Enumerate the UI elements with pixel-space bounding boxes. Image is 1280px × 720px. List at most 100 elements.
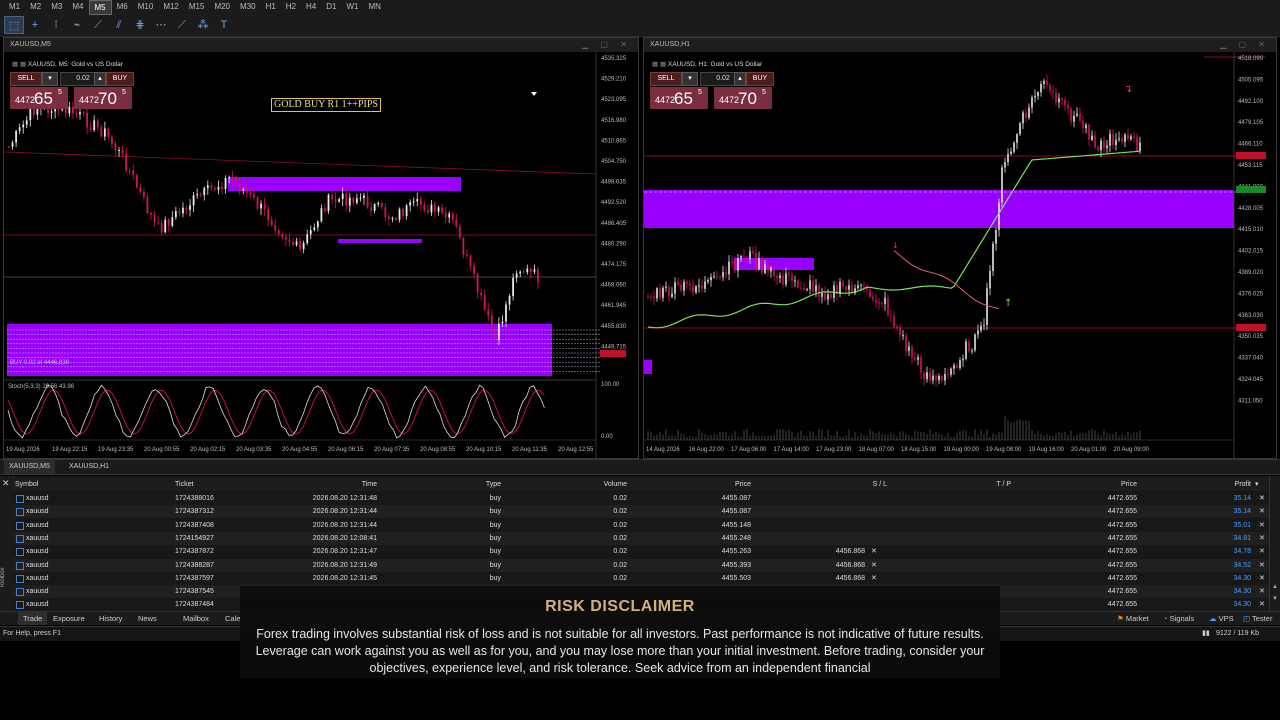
column-header[interactable]: S / L — [813, 478, 887, 491]
timeframe-mn[interactable]: MN — [364, 0, 386, 13]
buy-button[interactable]: BUY — [746, 72, 774, 86]
timeframe-h4[interactable]: H4 — [301, 0, 321, 13]
remove-sl-icon[interactable]: ✕ — [871, 545, 877, 558]
table-row[interactable]: xauusd 1724387312 2026.08.20 12:31:44 buy 0.… — [13, 505, 1269, 519]
column-header[interactable]: T / P — [943, 478, 1011, 491]
tab-exposure[interactable]: Exposure — [48, 612, 90, 625]
scroll-down-icon[interactable]: ▼ — [1272, 596, 1278, 602]
lot-increase-icon[interactable]: ▴ — [94, 72, 106, 86]
column-header[interactable]: Type — [443, 478, 501, 491]
tab-mailbox[interactable]: Mailbox — [178, 612, 214, 625]
h1-candle-body — [1076, 113, 1078, 116]
window-controls[interactable]: ▁ ▢ ✕ — [1220, 38, 1270, 52]
vertical-line-icon[interactable]: ⁞ — [46, 16, 66, 34]
chart-window-title[interactable]: XAUUSD,H1 ▁ ▢ ✕ — [644, 38, 1276, 52]
remove-sl-icon[interactable]: ✕ — [871, 572, 877, 585]
close-position-icon[interactable]: ✕ — [1259, 585, 1265, 598]
chart-plot-h1[interactable]: ↴ ↓ ↑ 4518.090 4505.095 4492.100 4479.105 4466.… — [644, 52, 1276, 458]
tab-news[interactable]: News — [133, 612, 162, 625]
supply-zone[interactable] — [644, 190, 1234, 228]
ask-price[interactable]: 4472 70 5 — [74, 87, 132, 109]
table-row[interactable]: xauusd 1724154927 2026.08.20 12:08:41 buy 0.… — [13, 531, 1269, 545]
chart-text-annotation[interactable]: GOLD BUY R1 1++PIPS — [271, 98, 381, 112]
window-controls[interactable]: ▁ ▢ ✕ — [582, 38, 632, 52]
bid-price[interactable]: 4472 65 5 — [650, 87, 708, 109]
remove-sl-icon[interactable]: ✕ — [871, 559, 877, 572]
sort-icon[interactable]: ▾ — [1255, 478, 1259, 491]
close-icon[interactable]: ✕ — [2, 478, 10, 489]
timeframe-m10[interactable]: M10 — [133, 0, 159, 13]
timeframe-h1[interactable]: H1 — [261, 0, 281, 13]
column-header[interactable]: Time — [283, 478, 377, 491]
timeframe-m3[interactable]: M3 — [46, 0, 67, 13]
bid-price[interactable]: 4472 65 5 — [10, 87, 68, 109]
sell-button[interactable]: SELL — [650, 72, 682, 86]
column-header[interactable]: Volume — [571, 478, 627, 491]
tab-history[interactable]: History — [94, 612, 127, 625]
column-header[interactable]: Symbol — [15, 478, 75, 491]
tab-market[interactable]: ⚑ Market — [1112, 612, 1154, 625]
demand-zone[interactable] — [7, 324, 552, 376]
scroll-up-icon[interactable]: ▲ — [1272, 584, 1278, 590]
close-position-icon[interactable]: ✕ — [1259, 532, 1265, 545]
table-row[interactable]: xauusd 1724388016 2026.08.20 12:31:48 buy 0.… — [13, 492, 1269, 505]
column-header[interactable]: Price — [1073, 478, 1137, 491]
close-position-icon[interactable]: ✕ — [1259, 492, 1265, 505]
timeframe-m15[interactable]: M15 — [184, 0, 210, 13]
chart-tab-h1[interactable]: XAUUSD,H1 — [64, 460, 114, 474]
gann-icon[interactable]: ⋯ — [151, 16, 171, 34]
chart-tab-m5[interactable]: XAUUSD,M5 — [4, 460, 55, 474]
terminal-scrollbar[interactable]: ▲ ▼ — [1269, 476, 1280, 611]
small-zone[interactable] — [338, 239, 422, 243]
table-row[interactable]: xauusd 1724387408 2026.08.20 12:31:44 buy 0.… — [13, 518, 1269, 532]
lot-decrease-icon[interactable]: ▾ — [42, 72, 58, 86]
timeframe-m20[interactable]: M20 — [209, 0, 235, 13]
ask-price[interactable]: 4472 70 5 — [714, 87, 772, 109]
fibonacci-icon[interactable]: ⋕ — [130, 16, 150, 34]
timeframe-m5[interactable]: M5 — [88, 0, 112, 15]
close-position-icon[interactable]: ✕ — [1259, 598, 1265, 611]
buy-button[interactable]: BUY — [106, 72, 134, 86]
sell-button[interactable]: SELL — [10, 72, 42, 86]
column-header[interactable]: Ticket — [175, 478, 245, 491]
close-position-icon[interactable]: ✕ — [1259, 559, 1265, 572]
lot-increase-icon[interactable]: ▴ — [734, 72, 746, 86]
horizontal-line-icon[interactable]: ⌁ — [67, 16, 87, 34]
table-row[interactable]: xauusd 1724387872 2026.08.20 12:31:47 buy 0.… — [13, 545, 1269, 559]
timeframe-m4[interactable]: M4 — [67, 0, 88, 13]
table-row[interactable]: xauusd 1724387597 2026.08.20 12:31:45 buy 0.… — [13, 571, 1269, 585]
tab-trade[interactable]: Trade — [18, 612, 48, 625]
pitchfork-icon[interactable]: ⟋ — [172, 16, 192, 34]
timeframe-w1[interactable]: W1 — [342, 0, 364, 13]
tab-vps[interactable]: ☁ VPS — [1204, 612, 1239, 625]
chart-plot-m5[interactable]: BUY 0.02 at 4446.838 4535.325 4529.210 4523… — [4, 52, 638, 458]
chart-window-title[interactable]: XAUUSD,M5 ▁ ▢ ✕ — [4, 38, 638, 52]
close-position-icon[interactable]: ✕ — [1259, 505, 1265, 518]
table-row[interactable]: xauusd 1724388287 2026.08.20 12:31:49 buy 0.… — [13, 558, 1269, 572]
tab-tester[interactable]: ◰ Tester — [1238, 612, 1277, 625]
timeframe-m2[interactable]: M2 — [25, 0, 46, 13]
timeframe-m12[interactable]: M12 — [158, 0, 184, 13]
chart-window-h1[interactable]: XAUUSD,H1 ▁ ▢ ✕ ↴ ↓ ↑ 4518.090 4505.095 4492.… — [643, 37, 1277, 459]
shapes-icon[interactable]: ⁂ — [193, 16, 213, 34]
column-header[interactable]: Price — [683, 478, 751, 491]
tab-signals[interactable]: ◔ Signals — [1158, 612, 1199, 625]
timeframe-m6[interactable]: M6 — [112, 0, 133, 13]
trendline-icon[interactable]: ⟋ — [88, 16, 108, 34]
timeframe-h2[interactable]: H2 — [281, 0, 301, 13]
close-position-icon[interactable]: ✕ — [1259, 572, 1265, 585]
text-icon[interactable]: T — [214, 16, 234, 34]
lot-decrease-icon[interactable]: ▾ — [682, 72, 698, 86]
m5-candle-body — [50, 111, 53, 113]
supply-zone[interactable] — [228, 177, 461, 191]
crosshair-icon[interactable]: + — [25, 16, 45, 34]
column-header[interactable]: Profit — [1203, 478, 1251, 491]
timeframe-d1[interactable]: D1 — [321, 0, 341, 13]
close-position-icon[interactable]: ✕ — [1259, 519, 1265, 532]
timeframe-m1[interactable]: M1 — [4, 0, 25, 13]
channel-icon[interactable]: ⫽ — [109, 16, 129, 34]
chart-window-m5[interactable]: XAUUSD,M5 ▁ ▢ ✕ BUY 0.02 at 4446.838 4535… — [3, 37, 639, 459]
close-position-icon[interactable]: ✕ — [1259, 545, 1265, 558]
timeframe-m30[interactable]: M30 — [235, 0, 261, 13]
cursor-icon[interactable]: ⬚ — [4, 16, 24, 34]
